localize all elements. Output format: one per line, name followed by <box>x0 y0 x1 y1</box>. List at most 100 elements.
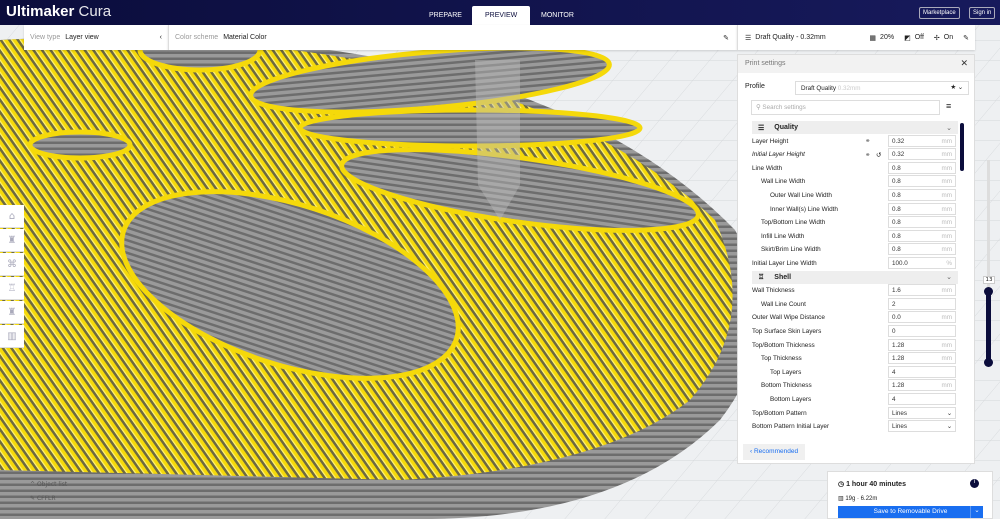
setting-row: Initial Layer Height ⚭ ↺ 0.32 mm <box>752 148 958 161</box>
support-blocker-icon[interactable]: ▥ <box>0 325 24 348</box>
setting-value-field[interactable]: 4 <box>888 365 956 378</box>
setting-value: 4 <box>892 368 896 376</box>
setting-value-field[interactable]: 0.32 mm <box>888 148 956 161</box>
setting-value-field[interactable]: 0.8 mm <box>888 229 956 242</box>
setting-value-field[interactable]: 0.8 mm <box>888 189 956 201</box>
material-usage: ▥ 19g · 6.22m <box>838 495 877 502</box>
color-scheme-selector[interactable]: Color scheme Material Color ✎ <box>168 25 737 50</box>
chevron-left-icon[interactable]: ‹ <box>160 34 162 41</box>
chevron-down-icon: ⌄ <box>946 423 952 431</box>
layer-slider-range <box>986 291 991 362</box>
print-time-text: 1 hour 40 minutes <box>846 481 906 488</box>
setting-row: Top Surface Skin Layers 0 <box>752 325 958 338</box>
marketplace-button[interactable]: Marketplace <box>919 7 960 19</box>
file-name[interactable]: ✎ CFFLR <box>30 495 56 502</box>
setting-value-field[interactable]: 0.8 mm <box>888 202 956 215</box>
info-icon[interactable]: i <box>970 479 979 488</box>
layer-number[interactable]: 13 <box>983 276 995 285</box>
star-chevron-icon[interactable]: ★ ⌄ <box>950 84 963 91</box>
setting-row: Inner Wall(s) Line Width 0.8 mm <box>752 202 958 216</box>
setting-row: Initial Layer Line Width 100.0% <box>752 257 958 270</box>
sign-in-button[interactable]: Sign in <box>969 7 996 19</box>
quality-icon: ☰ <box>758 124 765 132</box>
setting-unit: mm <box>941 314 953 322</box>
search-settings-input[interactable]: ⚲ Search settings <box>751 100 940 115</box>
scale-tool-icon[interactable]: ♜ <box>0 229 24 252</box>
print-output-panel: ◷ 1 hour 40 minutes i ▥ 19g · 6.22m Save… <box>827 471 993 519</box>
setting-row: Bottom Thickness 1.28 mm <box>752 379 958 392</box>
layer-slider-lower-handle[interactable] <box>984 358 993 367</box>
setting-value-field[interactable]: Lines ⌄ <box>888 420 956 433</box>
link-icon[interactable]: ⚭ <box>865 151 870 159</box>
setting-value: 0.8 <box>892 232 901 240</box>
shell-icon: ♖ <box>758 274 765 282</box>
setting-value-field[interactable]: 0.8 mm <box>888 161 956 174</box>
setting-value-field[interactable]: 0.8 mm <box>888 175 956 188</box>
setting-value: 0.32 <box>892 137 905 145</box>
setting-row: Wall Line Width 0.8 mm <box>752 175 958 188</box>
setting-value: 1.28 <box>892 382 905 390</box>
setting-value-field[interactable]: 1.28 mm <box>888 338 956 351</box>
print-setup-summary[interactable]: ☰ Draft Quality - 0.32mm ▦ 20% ◩ Off ✢ On ✎ <box>737 25 975 50</box>
color-scheme-value: Material Color <box>223 34 267 41</box>
setting-value-field[interactable]: 0.32 mm <box>888 134 956 147</box>
chevron-down-icon[interactable]: ⌄ <box>970 506 983 518</box>
setting-unit: mm <box>941 341 953 349</box>
setting-unit: mm <box>941 355 953 363</box>
object-list-toggle[interactable]: ^ Object list <box>30 481 67 488</box>
setting-value-field[interactable]: 1.28 mm <box>888 379 956 392</box>
close-icon[interactable]: ✕ <box>960 58 968 69</box>
setting-unit: mm <box>941 151 953 159</box>
mirror-tool-icon[interactable]: ♖ <box>0 277 24 300</box>
pencil-icon[interactable]: ✎ <box>723 34 729 42</box>
setting-value-field[interactable]: 100.0% <box>888 257 956 269</box>
move-tool-icon[interactable]: ⌂ <box>0 205 24 228</box>
color-scheme-label: Color scheme <box>175 34 219 41</box>
setting-value: 0.8 <box>892 178 901 186</box>
setting-value-field[interactable]: 0.0 mm <box>888 311 956 324</box>
recommended-button[interactable]: ‹ Recommended <box>743 444 806 460</box>
setting-value-field[interactable]: Lines ⌄ <box>888 406 956 419</box>
print-settings-panel: Print settings ✕ Profile Draft Quality 0.… <box>737 54 975 464</box>
save-to-drive-button[interactable]: Save to Removable Drive ⌄ <box>838 506 983 518</box>
chevron-down-icon[interactable]: ⌄ <box>946 124 952 132</box>
rotate-tool-icon[interactable]: ⌘ <box>0 253 24 276</box>
spool-icon: ▥ <box>838 496 844 502</box>
chevron-down-icon[interactable]: ⌄ <box>946 273 952 281</box>
setting-value-field[interactable]: 1.28 mm <box>888 352 956 365</box>
category-label: Shell <box>774 273 792 281</box>
settings-scrollbar[interactable] <box>960 123 964 171</box>
setting-value-field[interactable]: 4 <box>888 393 956 405</box>
settings-list[interactable]: ☰ Quality ⌄ Layer Height ⚭ 0.32 mm Initial Laye… <box>738 121 974 435</box>
reset-icon[interactable]: ↺ <box>876 151 881 159</box>
setting-value: 4 <box>892 396 896 403</box>
material-text: 19g · 6.22m <box>845 496 878 502</box>
setting-value-field[interactable]: 0 <box>888 325 956 337</box>
panel-title-text: Print settings <box>745 60 786 67</box>
settings-menu-icon[interactable]: ≡ <box>946 101 951 111</box>
category-quality[interactable]: ☰ Quality ⌄ <box>752 121 958 134</box>
setting-value-field[interactable]: 2 <box>888 297 956 310</box>
brand-bold: Ultimaker <box>6 3 75 20</box>
print-time: ◷ 1 hour 40 minutes <box>838 480 906 488</box>
per-model-settings-icon[interactable]: ♜ <box>0 301 24 324</box>
setting-row: Bottom Pattern Initial Layer Lines ⌄ <box>752 420 958 433</box>
setting-row: Outer Wall Line Width 0.8 mm <box>752 189 958 202</box>
link-icon[interactable]: ⚭ <box>865 137 870 145</box>
category-shell[interactable]: ♖ Shell ⌄ <box>752 270 958 284</box>
chevron-up-icon: ^ <box>30 481 36 488</box>
setting-value-field[interactable]: 0.8 mm <box>888 216 956 229</box>
view-type-selector[interactable]: View type Layer view ‹ <box>24 25 168 50</box>
setting-value: 0.0 <box>892 314 901 322</box>
setting-row: Top/Bottom Pattern Lines ⌄ <box>752 406 958 420</box>
save-label: Save to Removable Drive <box>873 508 948 515</box>
setting-value-field[interactable]: 0.8 mm <box>888 243 956 256</box>
tab-monitor[interactable]: MONITOR <box>528 6 587 25</box>
setting-value-field[interactable]: 1.6 mm <box>888 284 956 297</box>
infill-summary: 20% <box>880 34 895 41</box>
tab-prepare[interactable]: PREPARE <box>416 6 475 25</box>
pencil-icon[interactable]: ✎ <box>963 34 969 42</box>
tab-preview[interactable]: PREVIEW <box>472 6 531 25</box>
category-label: Quality <box>774 124 799 131</box>
profile-dropdown[interactable]: Draft Quality 0.32mm ★ ⌄ <box>795 81 969 95</box>
